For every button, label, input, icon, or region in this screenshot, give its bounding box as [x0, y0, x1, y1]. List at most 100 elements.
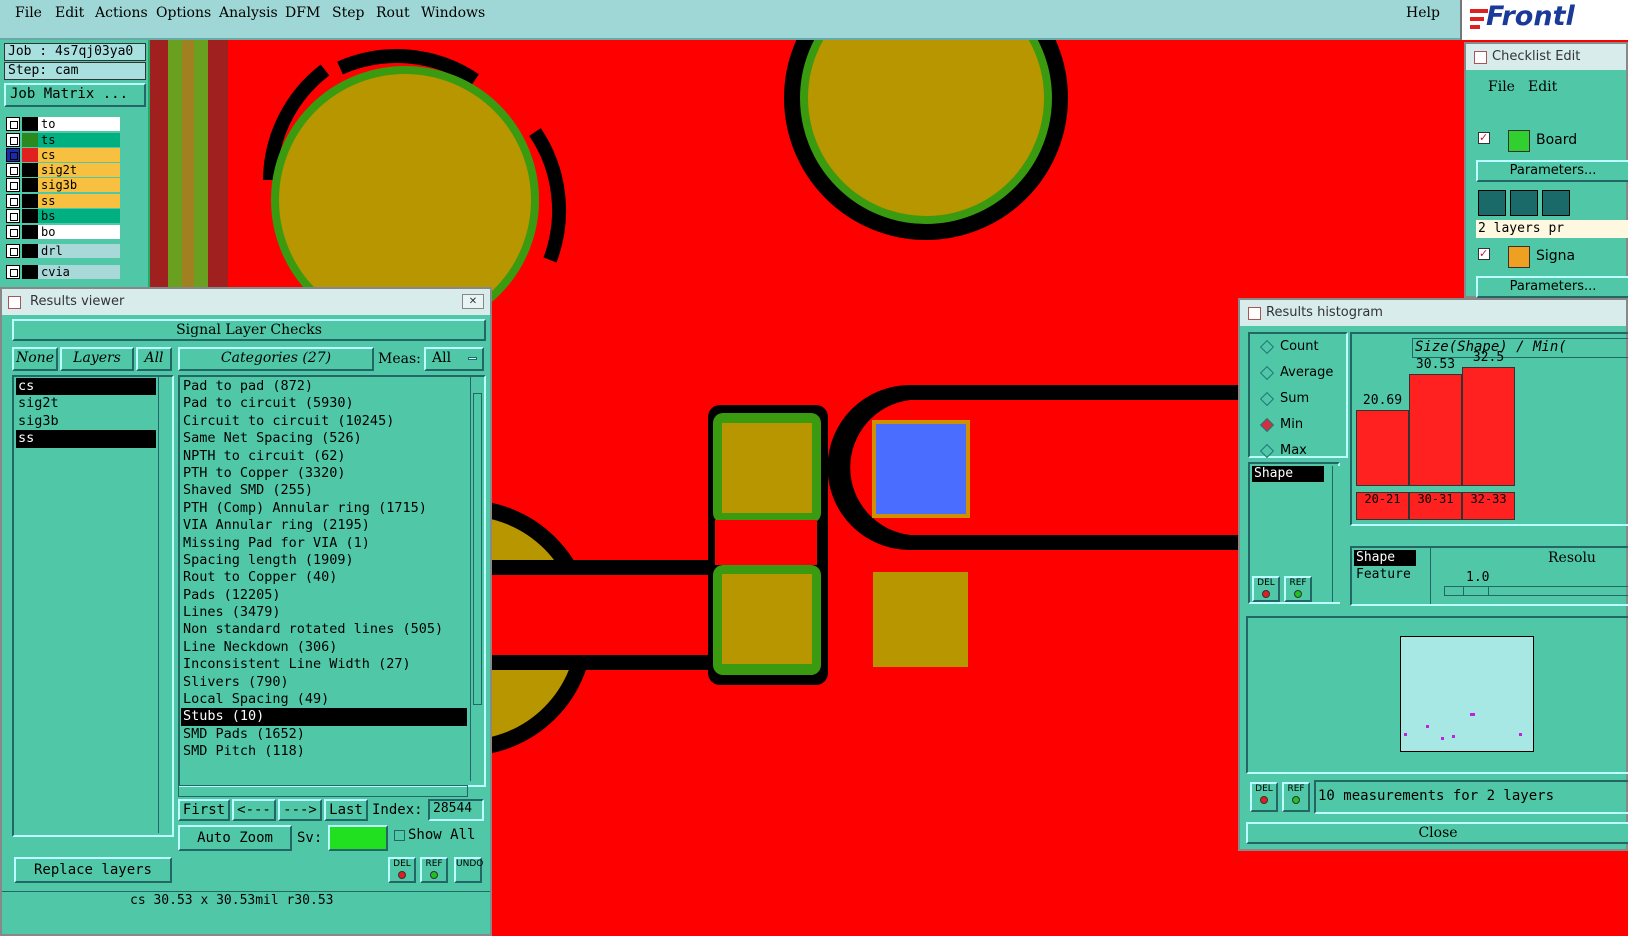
menu-edit[interactable]: Edit	[55, 5, 84, 21]
layer-list-scrollbar[interactable]	[158, 377, 172, 833]
undo-button[interactable]: UNDO	[454, 857, 483, 883]
auto-zoom-dropdown[interactable]: Auto Zoom	[178, 825, 292, 851]
first-button[interactable]: First	[178, 799, 230, 821]
layer-row-drl[interactable]: drl	[6, 244, 120, 258]
signal-check-checkbox[interactable]: ✓	[1478, 248, 1490, 260]
layer-checkbox[interactable]	[6, 244, 20, 258]
layer-name[interactable]: sig2t	[38, 163, 120, 177]
del-button[interactable]: DEL	[388, 857, 416, 883]
shape-option[interactable]: Shape	[1354, 550, 1416, 566]
category-item[interactable]: PTH to Copper (3320)	[181, 465, 467, 482]
category-item[interactable]: Shaved SMD (255)	[181, 482, 467, 499]
meas-dropdown[interactable]: All	[424, 347, 484, 371]
layer-checkbox[interactable]	[6, 209, 20, 223]
category-item[interactable]: VIA Annular ring (2195)	[181, 517, 467, 534]
layer-checkbox[interactable]	[6, 265, 20, 279]
result-layer-item[interactable]: sig2t	[16, 395, 156, 412]
feature-option[interactable]: Feature	[1354, 567, 1411, 582]
board-parameters-button[interactable]: Parameters...	[1476, 160, 1628, 182]
category-item[interactable]: PTH (Comp) Annular ring (1715)	[181, 500, 467, 517]
layer-checkbox[interactable]	[6, 148, 20, 162]
checklist-menu-file[interactable]: File	[1488, 79, 1515, 95]
job-matrix-button[interactable]: Job Matrix ...	[4, 83, 146, 107]
run-icon[interactable]	[1478, 190, 1506, 216]
layer-row-sig2t[interactable]: sig2t	[6, 163, 120, 177]
layer-checkbox[interactable]	[6, 163, 20, 177]
layer-row-cs[interactable]: cs	[6, 148, 120, 162]
category-item[interactable]: Pad to pad (872)	[181, 378, 467, 395]
result-layer-item[interactable]: sig3b	[16, 413, 156, 430]
layer-checkbox[interactable]	[6, 117, 20, 131]
category-item[interactable]: Same Net Spacing (526)	[181, 430, 467, 447]
category-item[interactable]: Slivers (790)	[181, 674, 467, 691]
category-item[interactable]: Rout to Copper (40)	[181, 569, 467, 586]
category-item[interactable]: Circuit to circuit (10245)	[181, 413, 467, 430]
prev-button[interactable]: <---	[232, 799, 276, 821]
show-all-checkbox[interactable]	[394, 830, 405, 841]
category-list-scrollbar[interactable]	[470, 377, 484, 781]
bottom-del-button[interactable]: DEL	[1250, 782, 1278, 812]
category-item[interactable]: Spacing length (1909)	[181, 552, 467, 569]
category-item[interactable]: Pad to circuit (5930)	[181, 395, 467, 412]
category-hscrollbar[interactable]	[178, 785, 468, 797]
layer-row-sig3b[interactable]: sig3b	[6, 178, 120, 192]
category-item[interactable]: NPTH to circuit (62)	[181, 448, 467, 465]
category-item[interactable]: Lines (3479)	[181, 604, 467, 621]
layer-row-bs[interactable]: bs	[6, 209, 120, 223]
category-item[interactable]: Non standard rotated lines (505)	[181, 621, 467, 638]
checklist-menu-edit[interactable]: Edit	[1528, 79, 1557, 95]
slider-handle[interactable]	[1463, 587, 1489, 595]
layer-name[interactable]: bs	[38, 209, 120, 223]
radio-max[interactable]: Max	[1258, 440, 1307, 462]
layer-name[interactable]: ts	[38, 133, 120, 147]
menu-analysis[interactable]: Analysis	[219, 5, 278, 21]
layers-button[interactable]: Layers	[60, 347, 134, 371]
layer-checkbox[interactable]	[6, 194, 20, 208]
menu-help[interactable]: Help	[1406, 5, 1440, 21]
replace-layers-dropdown[interactable]: Replace layers	[14, 857, 172, 883]
category-item[interactable]: Inconsistent Line Width (27)	[181, 656, 467, 673]
layer-name[interactable]: drl	[38, 244, 120, 258]
category-item[interactable]: SMD Pads (1652)	[181, 726, 467, 743]
close-button[interactable]: Close	[1246, 822, 1628, 844]
radio-min[interactable]: Min	[1258, 414, 1303, 436]
none-button[interactable]: None	[12, 347, 58, 371]
shape-list-scrollbar[interactable]	[1332, 466, 1346, 602]
resolution-slider[interactable]	[1444, 586, 1628, 596]
next-button[interactable]: --->	[278, 799, 322, 821]
categories-button[interactable]: Categories (27)	[178, 347, 374, 371]
hist-del-button[interactable]: DEL	[1252, 576, 1280, 602]
menu-file[interactable]: File	[15, 5, 42, 21]
menu-step[interactable]: Step	[332, 5, 364, 21]
category-item[interactable]: Local Spacing (49)	[181, 691, 467, 708]
histogram-bar[interactable]	[1462, 367, 1515, 486]
category-item[interactable]: Pads (12205)	[181, 587, 467, 604]
menu-rout[interactable]: Rout	[376, 5, 410, 21]
layer-name[interactable]: sig3b	[38, 178, 120, 192]
menu-windows[interactable]: Windows	[421, 5, 485, 21]
result-layer-item[interactable]: ss	[16, 430, 156, 448]
bottom-ref-button[interactable]: REF	[1282, 782, 1310, 812]
layer-row-to[interactable]: to	[6, 117, 120, 131]
hist-ref-button[interactable]: REF	[1284, 576, 1312, 602]
category-item[interactable]: Line Neckdown (306)	[181, 639, 467, 656]
layer-name[interactable]: ss	[38, 194, 120, 208]
histogram-bar[interactable]	[1409, 374, 1462, 486]
radio-average[interactable]: Average	[1258, 362, 1333, 384]
layer-checkbox[interactable]	[6, 178, 20, 192]
run-icon[interactable]	[1542, 190, 1570, 216]
category-item[interactable]: SMD Pitch (118)	[181, 743, 467, 760]
radio-sum[interactable]: Sum	[1258, 388, 1309, 410]
signal-parameters-button[interactable]: Parameters...	[1476, 276, 1628, 298]
layer-name[interactable]: bo	[38, 225, 120, 239]
category-item[interactable]: Missing Pad for VIA (1)	[181, 535, 467, 552]
layer-row-bo[interactable]: bo	[6, 225, 120, 239]
layer-name[interactable]: cs	[38, 148, 120, 162]
ref-button[interactable]: REF	[420, 857, 448, 883]
layer-name[interactable]: to	[38, 117, 120, 131]
menu-options[interactable]: Options	[156, 5, 211, 21]
layer-row-ts[interactable]: ts	[6, 133, 120, 147]
last-button[interactable]: Last	[324, 799, 368, 821]
index-input[interactable]: 28544	[428, 799, 484, 821]
menu-actions[interactable]: Actions	[95, 5, 148, 21]
